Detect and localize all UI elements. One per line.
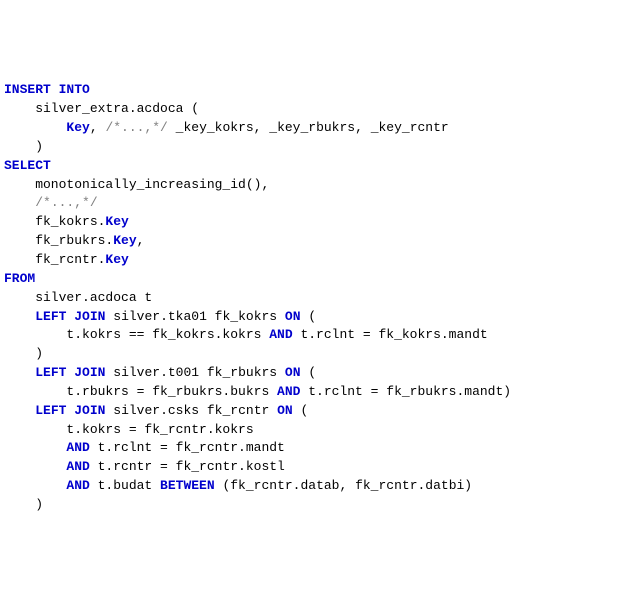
code-text: ( <box>301 365 317 380</box>
code-text: silver.tka01 fk_kokrs <box>105 309 284 324</box>
indent <box>4 195 35 210</box>
keyword-and: AND <box>277 384 300 399</box>
keyword-and: AND <box>66 440 89 455</box>
keyword-join: JOIN <box>74 309 105 324</box>
comma: , <box>137 233 145 248</box>
keyword-key: Key <box>105 214 128 229</box>
comment: /*...,*/ <box>35 195 97 210</box>
keyword-on: ON <box>285 365 301 380</box>
indent <box>4 440 66 455</box>
keyword-from: FROM <box>4 271 35 286</box>
keyword-key: Key <box>105 252 128 267</box>
code-text: ( <box>301 309 317 324</box>
code-text: silver.csks fk_rcntr <box>105 403 277 418</box>
keyword-key: Key <box>113 233 136 248</box>
indent <box>4 403 35 418</box>
keyword-select: SELECT <box>4 158 51 173</box>
space <box>51 82 59 97</box>
code-text: t.rcntr = fk_rcntr.kostl <box>90 459 285 474</box>
keyword-on: ON <box>285 309 301 324</box>
code-text: t.rclnt = fk_rcntr.mandt <box>90 440 285 455</box>
keyword-left: LEFT <box>35 403 66 418</box>
code-text: t.rclnt = fk_kokrs.mandt <box>293 327 488 342</box>
keyword-left: LEFT <box>35 365 66 380</box>
code-text: fk_rcntr. <box>4 252 105 267</box>
keyword-on: ON <box>277 403 293 418</box>
sql-code-block: INSERT INTO silver_extra.acdoca ( Key, /… <box>4 81 625 514</box>
code-text: fk_kokrs. <box>4 214 105 229</box>
code-line: monotonically_increasing_id(), <box>4 177 269 192</box>
code-text: (fk_rcntr.datab, fk_rcntr.datbi) <box>215 478 472 493</box>
comment: /*...,*/ <box>105 120 167 135</box>
indent <box>4 309 35 324</box>
code-text: t.kokrs == fk_kokrs.kokrs <box>4 327 269 342</box>
sep: , <box>90 120 106 135</box>
code-text: ( <box>293 403 309 418</box>
keyword-join: JOIN <box>74 365 105 380</box>
indent <box>4 478 66 493</box>
code-line: silver.acdoca t <box>4 290 152 305</box>
keyword-key: Key <box>66 120 89 135</box>
code-line: ) <box>4 346 43 361</box>
keyword-insert: INSERT <box>4 82 51 97</box>
code-line: silver_extra.acdoca ( <box>4 101 199 116</box>
code-text: t.rbukrs = fk_rbukrs.bukrs <box>4 384 277 399</box>
indent <box>4 459 66 474</box>
code-text: _key_kokrs, _key_rbukrs, _key_rcntr <box>168 120 449 135</box>
code-text: silver.t001 fk_rbukrs <box>105 365 284 380</box>
keyword-and: AND <box>66 459 89 474</box>
code-line: t.kokrs = fk_rcntr.kokrs <box>4 422 254 437</box>
keyword-left: LEFT <box>35 309 66 324</box>
keyword-into: INTO <box>59 82 90 97</box>
keyword-between: BETWEEN <box>160 478 215 493</box>
indent <box>4 365 35 380</box>
keyword-and: AND <box>66 478 89 493</box>
keyword-and: AND <box>269 327 292 342</box>
code-line: ) <box>4 139 43 154</box>
code-text: t.budat <box>90 478 160 493</box>
indent <box>4 120 66 135</box>
keyword-join: JOIN <box>74 403 105 418</box>
code-line: ) <box>4 497 43 512</box>
code-text: fk_rbukrs. <box>4 233 113 248</box>
code-text: t.rclnt = fk_rbukrs.mandt) <box>300 384 511 399</box>
